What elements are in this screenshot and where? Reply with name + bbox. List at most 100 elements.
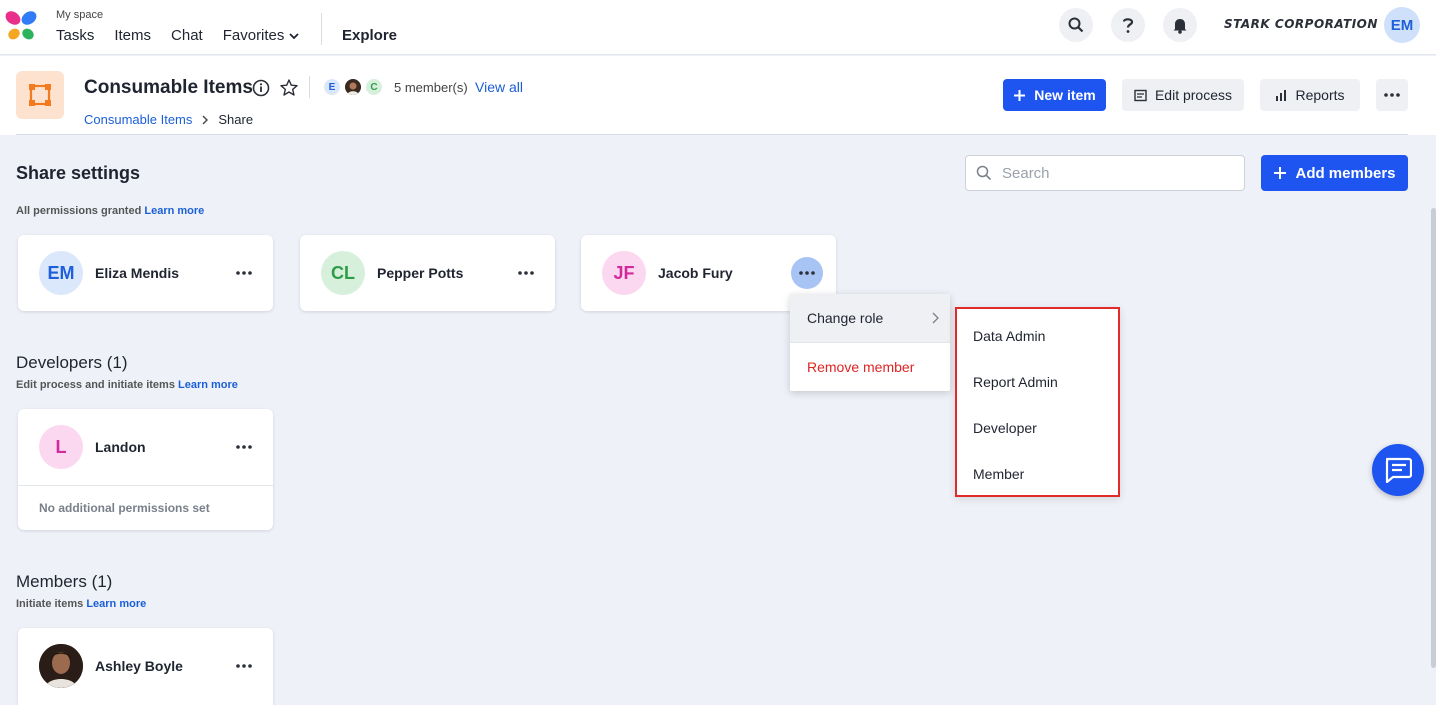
search-icon — [1068, 17, 1084, 33]
remove-member-menu-item[interactable]: Remove member — [790, 343, 950, 391]
help-button[interactable] — [1111, 8, 1145, 42]
organization-name[interactable]: STARK CORPORATION — [1224, 17, 1378, 31]
more-horizontal-icon — [1384, 93, 1400, 97]
developers-subtitle-text: Edit process and initiate items — [16, 379, 175, 391]
more-horizontal-icon — [236, 271, 252, 275]
page-title: Consumable Items — [84, 77, 253, 98]
more-horizontal-icon — [236, 664, 252, 668]
nav-favorites[interactable]: Favorites — [223, 27, 301, 44]
add-members-button[interactable]: Add members — [1261, 155, 1408, 191]
members-subtitle-text: Initiate items — [16, 598, 84, 610]
avatar: L — [39, 425, 83, 469]
add-members-label: Add members — [1295, 164, 1396, 182]
more-actions-button[interactable] — [1376, 79, 1408, 111]
header-divider-line — [16, 134, 1408, 135]
permissions-footer: No additional permissions set — [18, 485, 273, 530]
avatar — [39, 644, 83, 688]
member-avatar-c[interactable]: C — [364, 77, 384, 97]
avatar: JF — [602, 251, 646, 295]
members-subtitle: Initiate items Learn more — [16, 598, 146, 610]
member-card: CL Pepper Potts — [300, 235, 555, 311]
plus-icon — [1274, 167, 1287, 179]
new-item-label: New item — [1034, 87, 1096, 103]
learn-more-link[interactable]: Learn more — [144, 205, 204, 217]
document-icon — [1134, 89, 1147, 101]
bar-chart-icon — [1276, 90, 1287, 101]
star-icon[interactable] — [279, 78, 299, 98]
nav-tasks[interactable]: Tasks — [56, 27, 94, 44]
more-horizontal-icon — [518, 271, 534, 275]
info-icon[interactable] — [252, 79, 270, 97]
view-all-link[interactable]: View all — [475, 79, 523, 95]
notifications-button[interactable] — [1163, 8, 1197, 42]
member-options-button[interactable] — [791, 257, 823, 289]
my-space-label: My space — [56, 9, 104, 21]
member-card: EM Eliza Mendis — [18, 235, 273, 311]
search-input[interactable] — [1002, 164, 1222, 182]
page-scrollbar[interactable] — [1431, 208, 1436, 668]
chat-bubble-icon — [1385, 457, 1412, 483]
member-name: Landon — [95, 439, 146, 455]
new-item-button[interactable]: New item — [1003, 79, 1106, 111]
nav-items[interactable]: Items — [114, 27, 151, 44]
reports-button[interactable]: Reports — [1260, 79, 1360, 111]
member-card: L Landon No additional permissions set — [18, 409, 273, 530]
member-avatar-e[interactable]: E — [322, 77, 342, 97]
role-option-developer[interactable]: Developer — [957, 405, 1118, 451]
help-icon — [1122, 18, 1134, 33]
top-navigation: My space Tasks Items Chat Favorites Expl… — [0, 0, 1436, 55]
chevron-right-icon — [202, 115, 209, 124]
learn-more-link[interactable]: Learn more — [178, 379, 238, 391]
member-options-button[interactable] — [232, 435, 256, 459]
member-name: Eliza Mendis — [95, 265, 180, 281]
process-grid-icon — [29, 84, 51, 106]
app-logo-icon[interactable] — [4, 10, 38, 42]
member-options-button[interactable] — [232, 654, 256, 678]
developers-title: Developers (1) — [16, 353, 128, 372]
developers-subtitle: Edit process and initiate items Learn mo… — [16, 379, 238, 391]
nav-divider — [321, 13, 322, 45]
member-search[interactable] — [965, 155, 1245, 191]
role-option-data-admin[interactable]: Data Admin — [957, 313, 1118, 359]
role-option-member[interactable]: Member — [957, 451, 1118, 497]
chevron-down-icon — [289, 32, 300, 39]
share-settings-title: Share settings — [16, 163, 141, 183]
member-name: Pepper Potts — [377, 265, 464, 281]
member-card: Ashley Boyle — [18, 628, 273, 705]
edit-process-button[interactable]: Edit process — [1122, 79, 1244, 111]
learn-more-link[interactable]: Learn more — [86, 598, 146, 610]
member-context-menu: Change role Remove member — [790, 294, 950, 391]
member-avatar-photo[interactable] — [343, 77, 363, 97]
user-avatar[interactable]: EM — [1384, 7, 1420, 43]
member-options-button[interactable] — [232, 261, 256, 285]
main-nav: Tasks Items Chat Favorites — [56, 27, 300, 44]
process-icon — [16, 71, 64, 119]
person-photo-icon — [39, 644, 83, 688]
change-role-menu-item[interactable]: Change role — [790, 294, 950, 342]
avatar: EM — [39, 251, 83, 295]
header-divider — [309, 76, 310, 98]
plus-icon — [1014, 89, 1026, 101]
share-subtitle-text: All permissions granted — [16, 205, 142, 217]
nav-chat[interactable]: Chat — [171, 27, 203, 44]
breadcrumb-current: Share — [218, 112, 254, 127]
chat-button[interactable] — [1372, 444, 1424, 496]
process-header: Consumable Items E C 5 member(s) View al… — [0, 56, 1436, 135]
search-icon — [976, 165, 992, 181]
chevron-right-icon — [932, 312, 939, 324]
members-count: 5 member(s) — [394, 80, 468, 95]
role-option-report-admin[interactable]: Report Admin — [957, 359, 1118, 405]
avatar: CL — [321, 251, 365, 295]
role-submenu: Data Admin Report Admin Developer Member — [955, 307, 1120, 497]
breadcrumb-parent[interactable]: Consumable Items — [84, 112, 192, 127]
more-horizontal-icon — [236, 445, 252, 449]
nav-explore[interactable]: Explore — [342, 27, 397, 44]
reports-label: Reports — [1295, 87, 1345, 103]
member-options-button[interactable] — [514, 261, 538, 285]
search-button[interactable] — [1059, 8, 1093, 42]
nav-favorites-label: Favorites — [222, 27, 285, 44]
share-settings-subtitle: All permissions granted Learn more — [16, 205, 204, 217]
members-title: Members (1) — [16, 572, 113, 591]
person-photo-icon — [345, 79, 361, 95]
bell-icon — [1173, 18, 1187, 34]
